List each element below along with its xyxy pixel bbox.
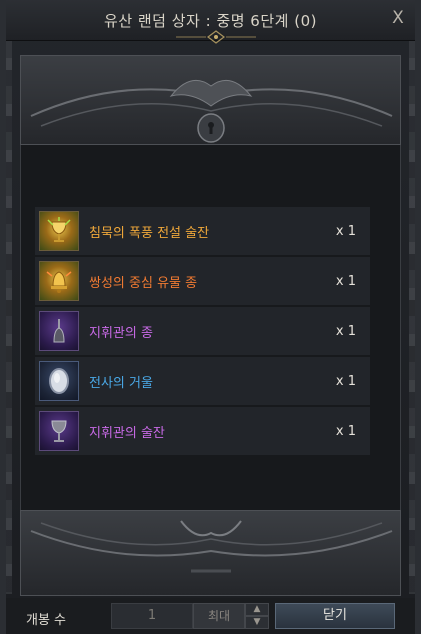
gold-chalice-icon <box>39 211 79 251</box>
list-item[interactable]: 전사의 거울 x 1 <box>35 357 370 405</box>
item-quantity: x 1 <box>335 423 356 439</box>
item-name: 침묵의 폭풍 전설 술잔 <box>89 225 210 241</box>
title-ornament-icon <box>176 30 256 44</box>
decrement-icon[interactable]: ▼ <box>245 616 269 629</box>
item-quantity: x 1 <box>335 373 356 389</box>
gold-bell-icon <box>39 261 79 301</box>
close-icon[interactable]: X <box>387 7 409 29</box>
reward-list-area: 침묵의 폭풍 전설 술잔 x 1 쌍성의 중심 유물 종 x 1 지휘관의 종 … <box>20 145 401 510</box>
open-count-label: 개봉 수 <box>26 613 67 628</box>
quantity-input[interactable]: 1 <box>111 603 193 629</box>
item-name: 쌍성의 중심 유물 종 <box>89 275 198 291</box>
item-list: 침묵의 폭풍 전설 술잔 x 1 쌍성의 중심 유물 종 x 1 지휘관의 종 … <box>35 207 370 457</box>
left-border-ornament <box>6 40 12 594</box>
chalice-icon <box>39 411 79 451</box>
bell-icon <box>39 311 79 351</box>
list-item[interactable]: 지휘관의 술잔 x 1 <box>35 407 370 455</box>
box-lid-crest-icon <box>30 79 393 143</box>
title-bar[interactable]: 유산 랜덤 상자 : 중명 6단계 (0) X <box>6 0 415 44</box>
box-lid-ornament <box>20 55 401 145</box>
item-quantity: x 1 <box>335 323 356 339</box>
list-item[interactable]: 지휘관의 종 x 1 <box>35 307 370 355</box>
right-border-ornament <box>409 40 415 594</box>
item-name: 지휘관의 종 <box>89 325 153 341</box>
item-name: 전사의 거울 <box>89 375 153 391</box>
item-quantity: x 1 <box>335 273 356 289</box>
item-name: 지휘관의 술잔 <box>89 425 165 441</box>
close-button[interactable]: 닫기 <box>275 603 395 629</box>
list-item[interactable]: 쌍성의 중심 유물 종 x 1 <box>35 257 370 305</box>
increment-icon[interactable]: ▲ <box>245 603 269 616</box>
mirror-icon <box>39 361 79 401</box>
footer-bar: 개봉 수 1 최대 ▲ ▼ 닫기 <box>6 598 415 634</box>
list-item[interactable]: 침묵의 폭풍 전설 술잔 x 1 <box>35 207 370 255</box>
item-quantity: x 1 <box>335 223 356 239</box>
box-base-ornament <box>20 510 401 596</box>
box-base-crest-icon <box>30 520 393 573</box>
max-button[interactable]: 최대 <box>193 603 245 629</box>
window-title: 유산 랜덤 상자 : 중명 6단계 (0) <box>104 12 317 30</box>
